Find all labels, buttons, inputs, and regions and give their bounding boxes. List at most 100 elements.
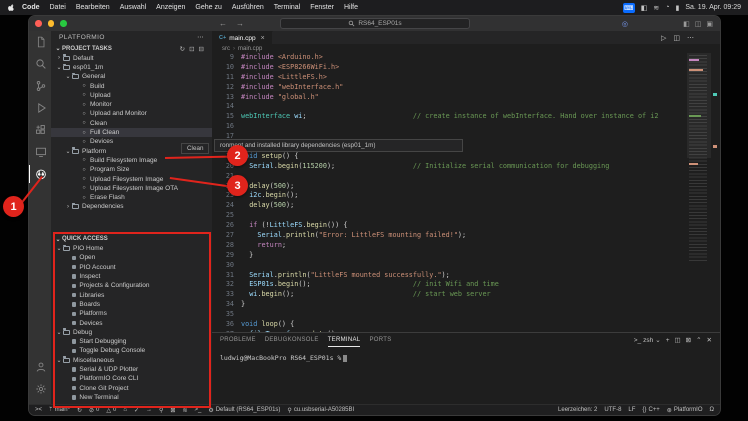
quick-access-pio-account[interactable]: PIO Account bbox=[51, 263, 212, 272]
statusbar-item-pio-serial-monitor-icon[interactable]: ≋ bbox=[182, 407, 187, 414]
statusbar-item-pio-home-icon[interactable]: ⌂ bbox=[123, 407, 127, 413]
menubar-item-anzeigen[interactable]: Anzeigen bbox=[151, 4, 190, 11]
menubar-item-auswahl[interactable]: Auswahl bbox=[115, 4, 151, 11]
statusbar-item-pio-clean-icon[interactable]: ⊠ bbox=[170, 407, 175, 414]
menubar-item-datei[interactable]: Datei bbox=[45, 4, 71, 11]
project-tasks-header[interactable]: ⌄ PROJECT TASKS ↻ ⊡ ⊟ bbox=[51, 44, 212, 54]
quick-access-libraries[interactable]: Libraries bbox=[51, 291, 212, 300]
input-source-icon[interactable]: ⌨ bbox=[623, 3, 635, 13]
code-line[interactable]: 23 i2c.begin(); bbox=[212, 191, 720, 201]
tab-main-cpp[interactable]: C+ main.cpp × bbox=[212, 31, 273, 44]
source-control-icon[interactable] bbox=[29, 77, 51, 95]
code-line[interactable]: 27 Serial.println("Error: LittleFS mount… bbox=[212, 231, 720, 241]
statusbar-item-remote-icon[interactable]: >< bbox=[35, 407, 42, 413]
display-icon[interactable]: ◧ bbox=[641, 4, 648, 12]
more-actions-icon[interactable]: ⋯ bbox=[197, 31, 204, 44]
code-line[interactable]: 32 ESP01s.begin(); // init Wifi and time bbox=[212, 280, 720, 290]
menubar-item-ausf-hren[interactable]: Ausführen bbox=[227, 4, 269, 11]
control-center-icon[interactable]: ◔ bbox=[665, 4, 669, 11]
statusbar-item-utf-8[interactable]: UTF-8 bbox=[604, 407, 621, 413]
quick-access-new-terminal[interactable]: New Terminal bbox=[51, 393, 212, 402]
code-line[interactable]: 15webInterface wi; // create instance of… bbox=[212, 112, 720, 122]
task-default[interactable]: ›Default bbox=[51, 54, 212, 63]
quick-access-platforms[interactable]: Platforms bbox=[51, 309, 212, 318]
code-line[interactable]: 31 Serial.println("LittleFS mounted succ… bbox=[212, 271, 720, 281]
kill-terminal-icon[interactable]: ⊠ bbox=[686, 336, 691, 344]
quick-access-header[interactable]: ⌄ QUICK ACCESS bbox=[51, 235, 212, 245]
code-line[interactable]: 24 delay(500); bbox=[212, 201, 720, 211]
shell-picker[interactable]: >_ zsh ⌄ bbox=[634, 336, 661, 344]
task-upload[interactable]: ○Upload bbox=[51, 91, 212, 100]
code-line[interactable]: 34} bbox=[212, 300, 720, 310]
breadcrumb-item-main-cpp[interactable]: main.cpp bbox=[238, 46, 262, 52]
statusbar-item-default-rs64-esp01s[interactable]: ⚙Default (RS64_ESP01s) bbox=[208, 407, 280, 414]
code-line[interactable]: 13#include "global.h" bbox=[212, 93, 720, 103]
quick-access-toggle-debug-console[interactable]: Toggle Debug Console bbox=[51, 346, 212, 355]
statusbar-item-0[interactable]: △0 bbox=[106, 407, 116, 414]
titlebar-extension-icon[interactable]: ◎ bbox=[622, 20, 628, 28]
statusbar-item-leerzeichen-2[interactable]: Leerzeichen: 2 bbox=[558, 407, 597, 413]
statusbar-item-lf[interactable]: LF bbox=[628, 407, 635, 413]
task-clean[interactable]: ○Clean bbox=[51, 119, 212, 128]
customize-layout-icon[interactable]: ▣ bbox=[706, 20, 713, 28]
code-line[interactable]: 16 bbox=[212, 122, 720, 132]
multi-select-icon[interactable]: ⊡ bbox=[189, 45, 194, 53]
task-dependencies[interactable]: ›Dependencies bbox=[51, 202, 212, 211]
search-icon[interactable] bbox=[29, 55, 51, 73]
code-line[interactable]: 26 if (!LittleFS.begin()) { bbox=[212, 221, 720, 231]
maximize-panel-icon[interactable]: ⌃ bbox=[696, 336, 701, 344]
code-line[interactable]: 29 } bbox=[212, 251, 720, 261]
task-upload-filesystem-image-ota[interactable]: ○Upload Filesystem Image OTA bbox=[51, 184, 212, 193]
more-actions-icon[interactable]: ⋯ bbox=[687, 34, 694, 42]
statusbar-item-0[interactable]: ⊘0 bbox=[89, 407, 99, 414]
quick-access-boards[interactable]: Boards bbox=[51, 300, 212, 309]
statusbar-item-pio-build-icon[interactable]: ✓ bbox=[134, 407, 139, 414]
code-line[interactable]: 33 wi.begin(); // start web server bbox=[212, 290, 720, 300]
panel-tab-debugkonsole[interactable]: DEBUGKONSOLE bbox=[265, 333, 319, 347]
statusbar-item-platformio[interactable]: ⊛PlatformIO bbox=[667, 407, 703, 414]
menubar-item-bearbeiten[interactable]: Bearbeiten bbox=[71, 4, 115, 11]
apple-menu-icon[interactable] bbox=[7, 3, 15, 12]
platformio-icon[interactable] bbox=[29, 165, 51, 183]
quick-access-projects-configuration[interactable]: Projects & Configuration bbox=[51, 281, 212, 290]
quick-access-devices[interactable]: Devices bbox=[51, 318, 212, 327]
statusbar-item-main[interactable]: ᛘmain* bbox=[49, 407, 70, 413]
statusbar-item-bell-icon[interactable]: Ω bbox=[710, 407, 715, 413]
close-window-button[interactable] bbox=[35, 20, 42, 27]
command-center-search[interactable]: RS64_ESP01s bbox=[280, 18, 470, 29]
menubar-clock[interactable]: Sa. 19. Apr. 09:29 bbox=[685, 4, 741, 11]
quick-access-clone-git-project[interactable]: Clone Git Project bbox=[51, 384, 212, 393]
task-esp01-1m[interactable]: ⌄esp01_1m bbox=[51, 63, 212, 72]
panel-tab-probleme[interactable]: PROBLEME bbox=[220, 333, 256, 347]
close-tab-icon[interactable]: × bbox=[261, 35, 265, 42]
toggle-panel-icon[interactable]: ◫ bbox=[695, 20, 702, 28]
code-line[interactable]: 11#include <LittleFS.h> bbox=[212, 73, 720, 83]
close-panel-icon[interactable]: ✕ bbox=[707, 336, 712, 344]
quick-access-start-debugging[interactable]: Start Debugging bbox=[51, 337, 212, 346]
quick-access-serial-udp-plotter[interactable]: Serial & UDP Plotter bbox=[51, 365, 212, 374]
quick-access-miscellaneous[interactable]: ⌄Miscellaneous bbox=[51, 356, 212, 365]
quick-access-inspect[interactable]: Inspect bbox=[51, 272, 212, 281]
quick-access-platformio-core-cli[interactable]: PlatformIO Core CLI bbox=[51, 374, 212, 383]
zoom-window-button[interactable] bbox=[60, 20, 67, 27]
code-line[interactable]: 28 return; bbox=[212, 241, 720, 251]
task-general[interactable]: ⌄General bbox=[51, 72, 212, 81]
code-line[interactable]: 21 bbox=[212, 172, 720, 182]
statusbar-item-cu-usbserial-a50285bi[interactable]: ⚲cu.usbserial-A50285BI bbox=[287, 407, 354, 414]
menubar-item-fenster[interactable]: Fenster bbox=[305, 4, 339, 11]
task-full-clean[interactable]: ○Full Clean bbox=[51, 128, 212, 137]
settings-gear-icon[interactable] bbox=[29, 380, 51, 398]
code-line[interactable]: 25 bbox=[212, 211, 720, 221]
statusbar-item-c[interactable]: {}C++ bbox=[642, 407, 659, 413]
run-file-icon[interactable]: ▷ bbox=[661, 34, 666, 42]
statusbar-item-pio-upload-icon[interactable]: → bbox=[146, 407, 152, 413]
quick-access-pio-home[interactable]: ⌄PIO Home bbox=[51, 244, 212, 253]
panel-tab-terminal[interactable]: TERMINAL bbox=[328, 333, 361, 347]
terminal-prompt[interactable]: ludwig@MacBookPro RS64_ESP01s % bbox=[212, 347, 720, 362]
quick-access-debug[interactable]: ⌄Debug bbox=[51, 328, 212, 337]
remote-explorer-icon[interactable] bbox=[29, 143, 51, 161]
task-upload-and-monitor[interactable]: ○Upload and Monitor bbox=[51, 109, 212, 118]
quick-access-open[interactable]: Open bbox=[51, 253, 212, 262]
menubar-item-gehe-zu[interactable]: Gehe zu bbox=[190, 4, 226, 11]
run-debug-icon[interactable] bbox=[29, 99, 51, 117]
